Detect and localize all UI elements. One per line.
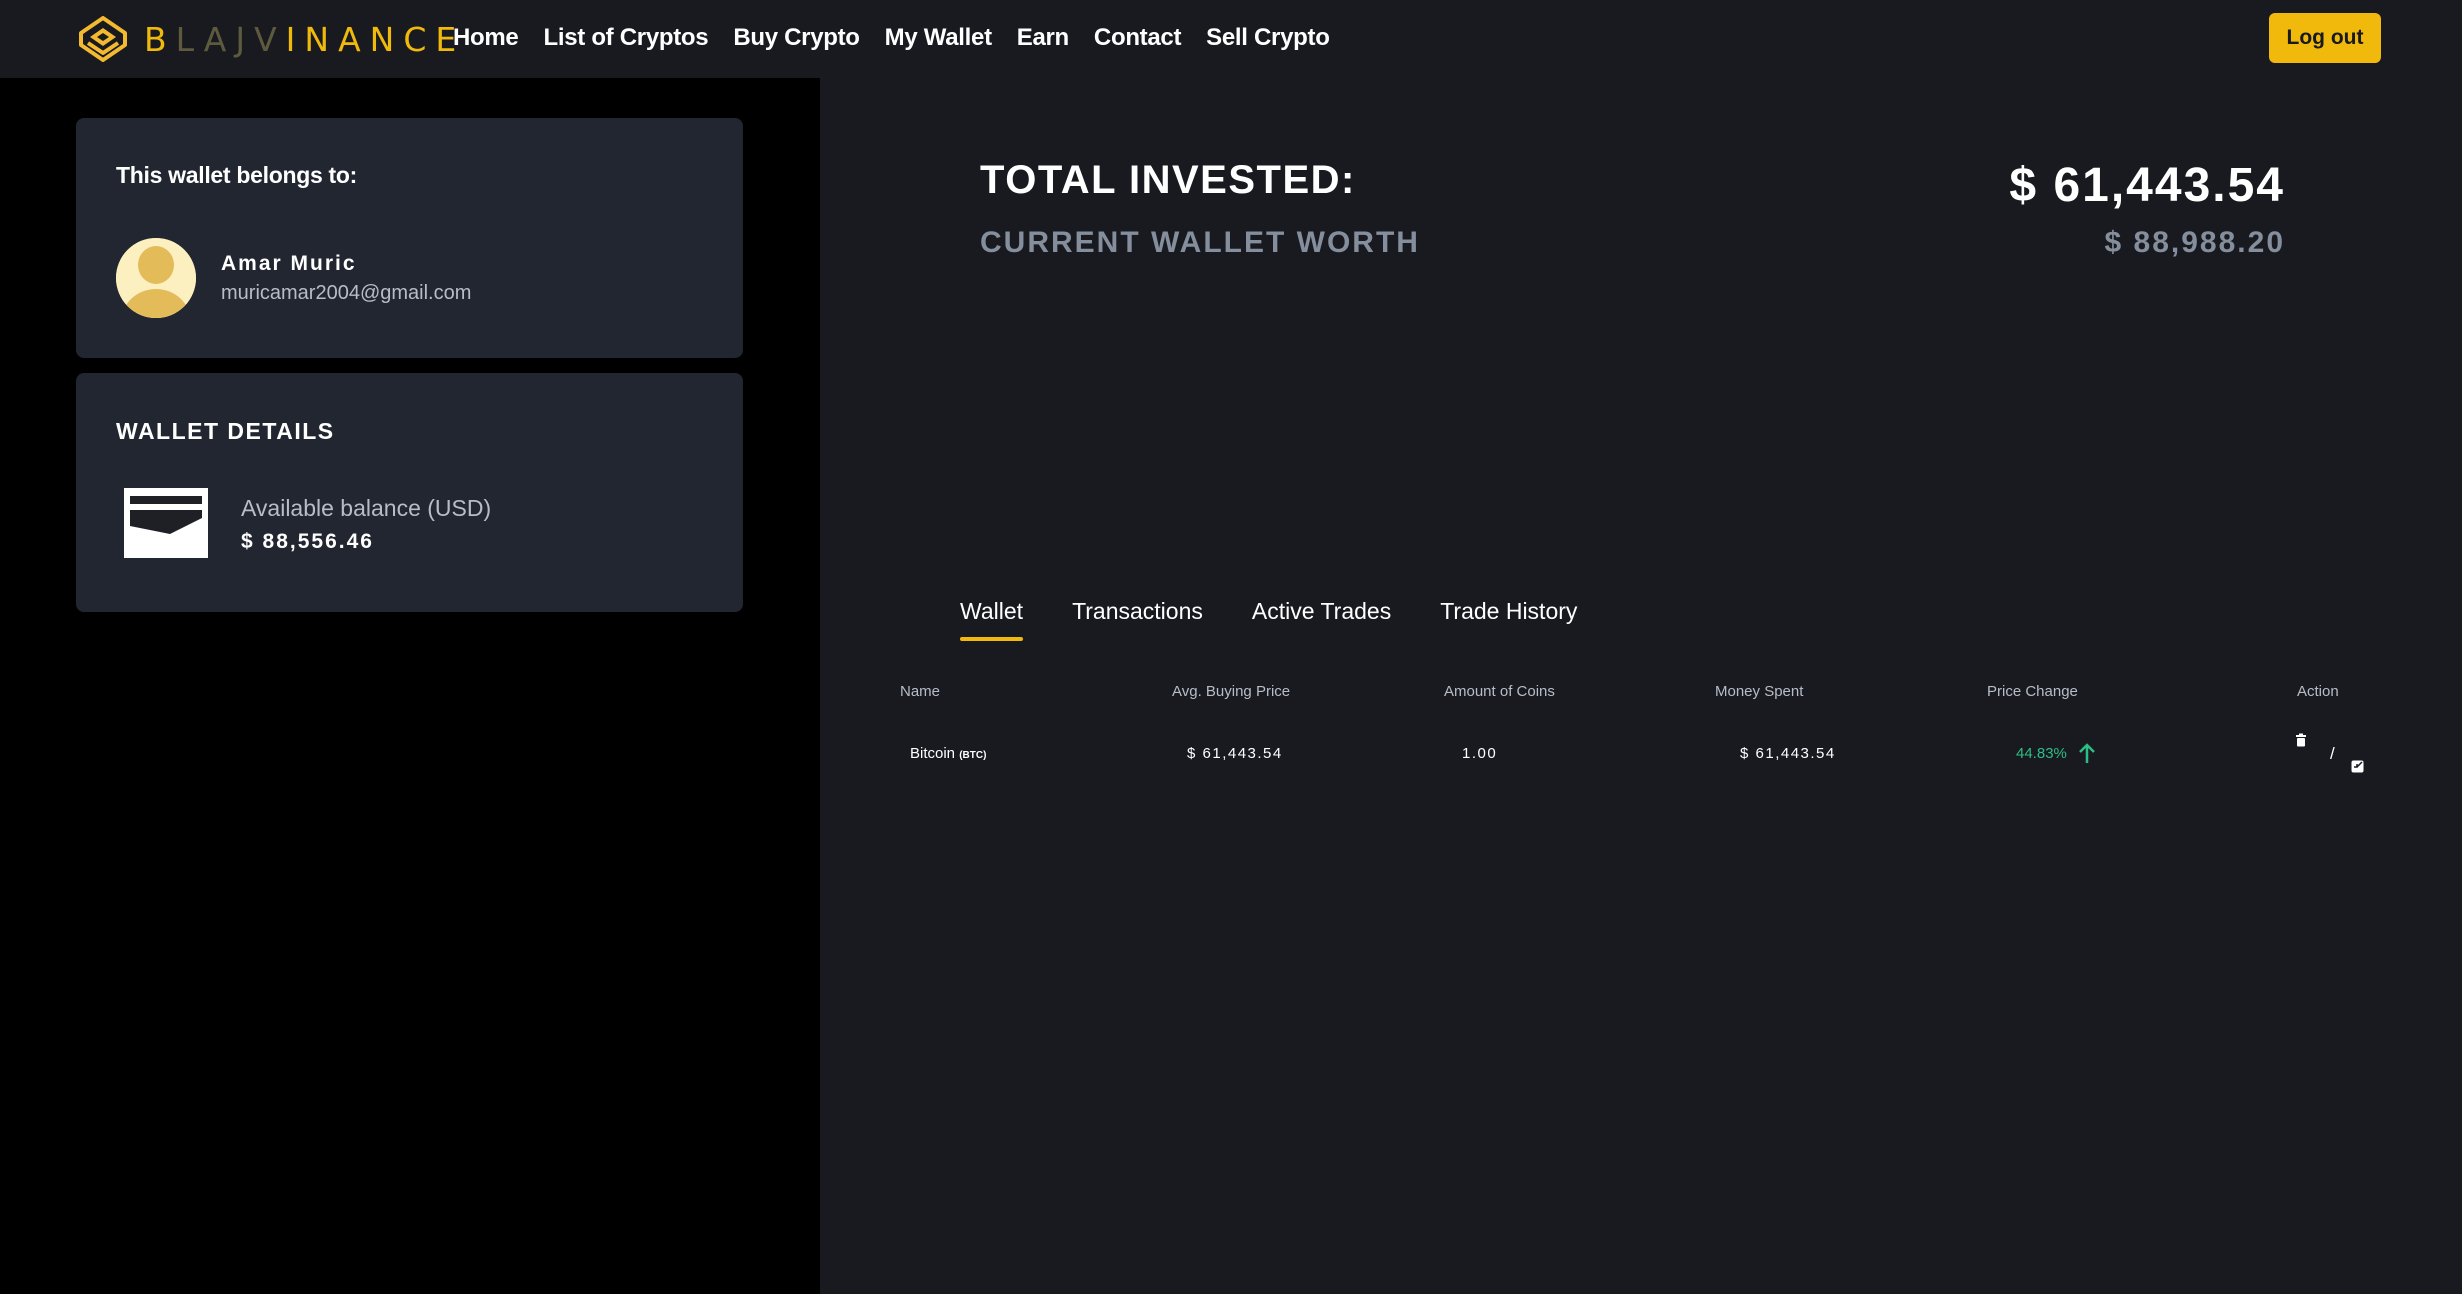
nav-home[interactable]: Home xyxy=(453,24,519,52)
coin-name: Bitcoin xyxy=(910,745,956,762)
owner-card-title: This wallet belongs to: xyxy=(116,162,358,188)
edit-icon[interactable] xyxy=(2351,759,2365,773)
available-balance-value: $ 88,556.46 xyxy=(241,530,374,553)
arrow-up-icon xyxy=(2079,743,2095,763)
nav-my-wallet[interactable]: My Wallet xyxy=(885,24,992,52)
money-spent-cell: $ 61,443.54 xyxy=(1740,745,1836,762)
tab-wallet[interactable]: Wallet xyxy=(960,598,1024,641)
brand-letters-inance: INANCE xyxy=(285,19,466,59)
available-balance-label: Available balance (USD) xyxy=(241,495,492,521)
wallet-details-card: WALLET DETAILS Available balance (USD) $… xyxy=(76,373,743,612)
column-header-money-spent: Money Spent xyxy=(1715,683,1804,700)
action-separator: / xyxy=(2330,744,2335,763)
wallet-owner-card: This wallet belongs to: Amar Muric muric… xyxy=(76,118,743,358)
tab-active-trades[interactable]: Active Trades xyxy=(1252,598,1391,641)
wallet-main-panel: TOTAL INVESTED: $ 61,443.54 CURRENT WALL… xyxy=(820,78,2462,1294)
owner-email: muricamar2004@gmail.com xyxy=(221,282,472,304)
wallet-details-title: WALLET DETAILS xyxy=(116,418,335,444)
total-invested-value: $ 61,443.54 xyxy=(2009,159,2285,212)
column-header-avg-buying-price: Avg. Buying Price xyxy=(1172,683,1291,700)
nav-buy-crypto[interactable]: Buy Crypto xyxy=(733,24,860,52)
nav-earn[interactable]: Earn xyxy=(1017,24,1069,52)
tab-trade-history[interactable]: Trade History xyxy=(1440,598,1577,641)
tab-transactions[interactable]: Transactions xyxy=(1072,598,1203,641)
brand-letters-lajv: LAJV xyxy=(175,19,286,59)
brand-name: BLAJVINANCE xyxy=(144,20,465,59)
column-header-action: Action xyxy=(2297,683,2339,700)
nav-sell-crypto[interactable]: Sell Crypto xyxy=(1206,24,1330,52)
column-header-amount-of-coins: Amount of Coins xyxy=(1444,683,1555,700)
wallet-tabs: Wallet Transactions Active Trades Trade … xyxy=(960,598,1626,641)
top-navbar: BLAJVINANCE Home List of Cryptos Buy Cry… xyxy=(0,0,2462,78)
current-worth-label: CURRENT WALLET WORTH xyxy=(980,226,1420,259)
user-avatar-icon xyxy=(116,238,196,318)
coin-symbol: (BTC) xyxy=(959,750,987,761)
owner-name: Amar Muric xyxy=(221,252,357,275)
avg-buying-price-cell: $ 61,443.54 xyxy=(1187,745,1283,762)
total-invested-label: TOTAL INVESTED: xyxy=(980,158,1356,202)
coin-name-cell: Bitcoin (BTC) xyxy=(910,745,986,762)
brand-logo[interactable]: BLAJVINANCE xyxy=(78,16,465,62)
wallet-icon xyxy=(124,488,208,558)
price-change-cell: 44.83% xyxy=(2016,745,2067,762)
column-header-name: Name xyxy=(900,683,941,700)
amount-of-coins-cell: 1.00 xyxy=(1462,745,1498,762)
nav-links: Home List of Cryptos Buy Crypto My Walle… xyxy=(453,24,1355,52)
nav-list-of-cryptos[interactable]: List of Cryptos xyxy=(543,24,708,52)
logout-button[interactable]: Log out xyxy=(2269,13,2381,63)
binance-diamond-logo-icon xyxy=(79,16,127,62)
brand-letter-b: B xyxy=(144,19,176,59)
nav-contact[interactable]: Contact xyxy=(1094,24,1182,52)
column-header-price-change: Price Change xyxy=(1987,683,2078,700)
trash-icon[interactable] xyxy=(2294,733,2308,747)
current-worth-value: $ 88,988.20 xyxy=(2104,226,2285,259)
